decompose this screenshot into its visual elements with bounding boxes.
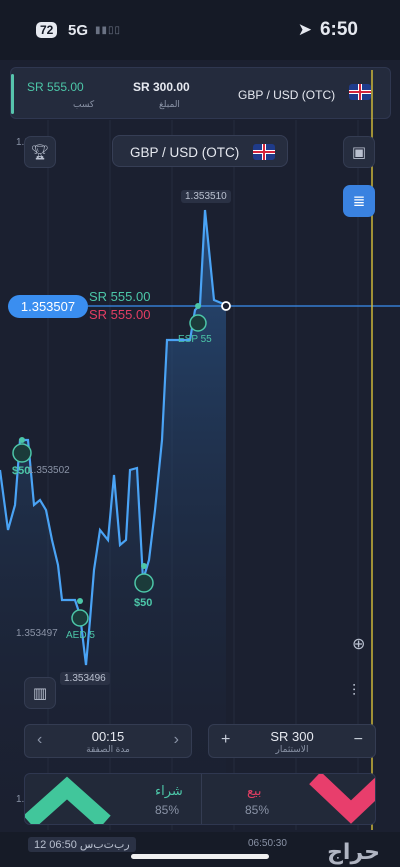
trade-label-usd-mid: $50	[134, 597, 153, 609]
current-price-tag: 1.353507	[8, 295, 88, 318]
chart-type-button[interactable]: ▥	[24, 677, 56, 709]
indicators-icon[interactable]: ⫶	[352, 683, 356, 701]
trade-label-esp: ESP 55	[178, 334, 212, 345]
deals-button[interactable]: ▣	[343, 136, 375, 168]
investment-label: الاستثمار	[275, 744, 309, 754]
buy-percentage: 85%	[155, 803, 180, 817]
buy-arrow-icon	[25, 776, 111, 824]
time-axis-bar: 12 رب‌ت‌ب‌س 06:50 06:50:30 حراج	[0, 832, 400, 867]
sell-button[interactable]: بيع 85%	[201, 774, 375, 824]
pair-selector-label: GBP / USD (OTC)	[130, 145, 240, 160]
current-price-dot	[221, 301, 231, 311]
trade-bar: شراء 85% بيع 85%	[24, 773, 376, 825]
sell-percentage: 85%	[245, 803, 270, 817]
buy-label: شراء	[155, 783, 183, 798]
crosshair-icon[interactable]: ⊕	[352, 634, 365, 654]
buy-button[interactable]: شراء 85%	[25, 774, 201, 824]
time-tick: 06:50:30	[248, 838, 287, 849]
uk-flag-icon	[253, 144, 275, 160]
watermark-logo: حراج	[327, 840, 380, 865]
home-indicator[interactable]	[131, 854, 269, 859]
sell-arrow-icon	[309, 774, 375, 824]
pair-selector[interactable]: GBP / USD (OTC)	[112, 135, 288, 167]
min-price-label: 1.353496	[60, 672, 110, 685]
axis-label-low: 1.353497	[16, 628, 58, 639]
payout-up: SR 555.00	[89, 289, 151, 304]
trade-label-aed: AED 5	[66, 630, 95, 641]
candles-icon: ▥	[32, 685, 48, 702]
trophy-icon: 🏆︎	[30, 144, 50, 161]
duration-control[interactable]: ‹ 00:15 مدة الصفقة ›	[24, 724, 192, 758]
duration-increase-button[interactable]: ›	[174, 731, 179, 749]
investment-decrease-button[interactable]: −	[354, 731, 363, 749]
coins-icon: ≣	[352, 193, 366, 210]
coins-button[interactable]: ≣	[343, 185, 375, 217]
trophy-button[interactable]: 🏆︎	[24, 136, 56, 168]
axis-label-mid: 1.353502	[28, 465, 70, 476]
duration-value: 00:15	[91, 729, 125, 744]
sell-label: بيع	[247, 783, 262, 798]
investment-control[interactable]: + SR 300 الاستثمار −	[208, 724, 376, 758]
payout-down: SR 555.00	[89, 307, 151, 322]
briefcase-icon: ▣	[351, 144, 367, 161]
current-date-time: 12 رب‌ت‌ب‌س 06:50	[28, 837, 136, 852]
duration-label: مدة الصفقة	[86, 744, 130, 754]
max-price-label: 1.353510	[181, 190, 231, 203]
investment-value: SR 300	[270, 729, 314, 744]
